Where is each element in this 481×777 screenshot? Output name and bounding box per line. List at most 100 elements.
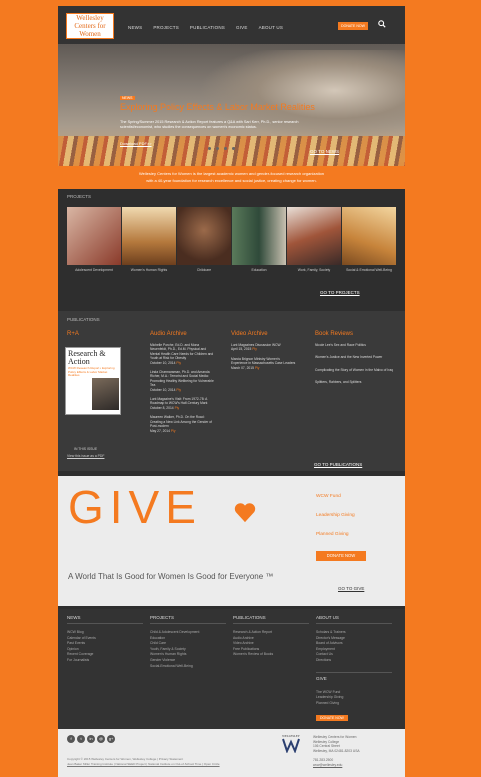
carousel-dot[interactable] [208,147,211,150]
footer-link[interactable]: For Journalists [67,658,143,664]
affiliate-links[interactable]: Jean Baker Miller Training Institute | N… [67,762,287,767]
site-logo[interactable]: Wellesley Centers for Women [66,13,114,39]
projects-section: PROJECTS Adolescent Development Women's … [58,189,405,309]
book-review-item[interactable]: Splitters, Rahbers, and Splitters [315,380,397,384]
project-card[interactable]: Work, Family, Society [287,207,341,272]
project-card[interactable]: Women's Human Rights [122,207,176,272]
contact-address: Wellesley Centers for Women Wellesley Co… [313,735,360,767]
project-label: Education [251,268,267,272]
audio-item-date: October 10, 2014 [150,387,176,392]
book-reviews-heading[interactable]: Book Reviews [315,331,397,337]
ra-cover-photo [92,378,119,410]
audio-item-title: Linda Charmaraman, Ph.D. and Amanda Rich… [150,370,214,388]
go-to-publications-link[interactable]: GO TO PUBLICATIONS [314,462,362,467]
page: Wellesley Centers for Women NEWS PROJECT… [58,6,405,777]
give-donate-button[interactable]: DONATE NOW [316,551,366,561]
project-label: Work, Family, Society [297,268,331,272]
footer-about-heading[interactable]: ABOUT US [316,615,392,624]
footer-news-heading[interactable]: NEWS [67,615,143,624]
audio-item[interactable]: Lunt Magazine's Visit: From 1972-78: A R… [150,397,214,410]
video-item[interactable]: Marcia Brignon Ministry Women's Experien… [231,357,297,370]
social-links: f t in @ g+ [67,735,115,743]
ra-heading[interactable]: R+A [67,331,79,337]
footer-projects-heading[interactable]: PROJECTS [150,615,226,624]
project-image [342,207,396,265]
play-link[interactable]: Ply [252,347,257,351]
play-link[interactable]: Ply [175,406,180,410]
book-review-item[interactable]: Women's Justice and the New Inverted Pow… [315,355,397,359]
video-item-date: April 15, 2015 [231,347,252,352]
email-icon[interactable]: @ [97,735,105,743]
project-image [287,207,341,265]
wcw-fund-link[interactable]: WCW Fund [316,494,341,499]
nav-publications[interactable]: PUBLICATIONS [190,25,225,30]
email-link[interactable]: wcw@wellesley.edu [313,763,360,768]
nav-news[interactable]: NEWS [128,25,142,30]
project-image [232,207,286,265]
site-header: Wellesley Centers for Women NEWS PROJECT… [58,6,405,44]
nav-about-us[interactable]: ABOUT US [259,25,284,30]
ra-cover-title: Research & Action [68,349,106,366]
project-card[interactable]: Childcare [177,207,231,272]
go-to-projects-link[interactable]: GO TO PROJECTS [320,290,360,295]
book-review-item[interactable]: Complicating the Story of Women in the M… [315,368,397,372]
facebook-icon[interactable]: f [67,735,75,743]
play-link[interactable]: Ply [255,366,260,370]
nav-projects[interactable]: PROJECTS [153,25,179,30]
video-item-date: March 07, 2015 [231,365,254,370]
play-link[interactable]: Ply [171,429,176,433]
ra-column: R+A [67,331,79,343]
view-issue-pdf-link[interactable]: View this issue as a PDF [67,454,104,458]
book-review-item[interactable]: Nicole Lee's Sex and Race Politics [315,343,397,347]
footer-give-heading[interactable]: GIVE [316,671,392,684]
leadership-giving-link[interactable]: Leadership Giving [316,513,355,518]
logo-line-3: Women [79,30,101,38]
carousel-dot[interactable] [224,147,227,150]
project-label: Adolescent Development [75,268,113,272]
video-item[interactable]: Lunt Magazines Discussion WCW April 15, 2… [231,343,297,352]
play-link[interactable]: Ply [176,361,181,365]
twitter-icon[interactable]: t [77,735,85,743]
video-archive-heading[interactable]: Video Archive [231,331,297,337]
audio-item[interactable]: Michelle Porche, Ed.D. and Mona Neuenfel… [150,343,214,365]
footer-donate-button[interactable]: DONATE NOW [316,715,348,722]
video-archive-column: Video Archive Lunt Magazines Discussion … [231,331,297,375]
download-pdf-link[interactable]: Download PDF>> [120,141,152,146]
project-card[interactable]: Social & Emotional Well-Being [342,207,396,272]
logo-line-1: Wellesley [76,14,104,22]
search-icon[interactable] [378,20,386,28]
footer-link[interactable]: Directions [316,658,392,664]
go-to-give-link[interactable]: GO TO GIVE [338,586,364,591]
in-this-issue-label: IN THIS ISSUE [74,447,98,451]
ra-cover-image[interactable]: Research & Action WCW Research Report • … [65,347,121,415]
footer-link[interactable]: Women's Review of Books [233,652,309,658]
audio-archive-heading[interactable]: Audio Archive [150,331,214,337]
play-link[interactable]: Ply [176,388,181,392]
footer-link[interactable]: Planned Giving [316,701,392,707]
wellesley-college-logo[interactable]: WELLESLEY [280,733,302,753]
carousel-dot[interactable] [216,147,219,150]
heart-icon [234,503,256,523]
project-card[interactable]: Education [232,207,286,272]
video-item-title: Marcia Brignon Ministry Women's Experien… [231,356,296,366]
audio-item-date: May 27, 2014 [150,428,170,433]
project-card[interactable]: Adolescent Development [67,207,121,272]
go-to-news-link[interactable]: GO TO NEWS [310,149,339,154]
hero-title[interactable]: Exploring Policy Effects & Labor Market … [120,102,315,112]
planned-giving-link[interactable]: Planned Giving [316,532,349,537]
give-section: GIVE WCW Fund Leadership Giving Planned … [58,476,405,606]
linkedin-icon[interactable]: in [87,735,95,743]
footer-projects-column: PROJECTS Child & Adolescent Development … [150,615,226,669]
projects-label: PROJECTS [67,194,92,199]
footer-link[interactable]: Social-Emotional Well-Being [150,664,226,670]
audio-item[interactable]: Maureen Walker, Ph.D. On the Road: Creat… [150,415,214,433]
donate-now-button[interactable]: DONATE NOW [338,22,368,30]
audio-item[interactable]: Linda Charmaraman, Ph.D. and Amanda Rich… [150,370,214,392]
google-plus-icon[interactable]: g+ [107,735,115,743]
footer-publications-heading[interactable]: PUBLICATIONS [233,615,309,624]
audio-item-title: Michelle Porche, Ed.D. and Mona Neuenfel… [150,343,214,361]
project-label: Childcare [196,268,212,272]
mission-banner: Wellesley Centers for Women is the large… [58,166,405,189]
nav-give[interactable]: GIVE [236,25,248,30]
carousel-dot[interactable] [232,147,235,150]
